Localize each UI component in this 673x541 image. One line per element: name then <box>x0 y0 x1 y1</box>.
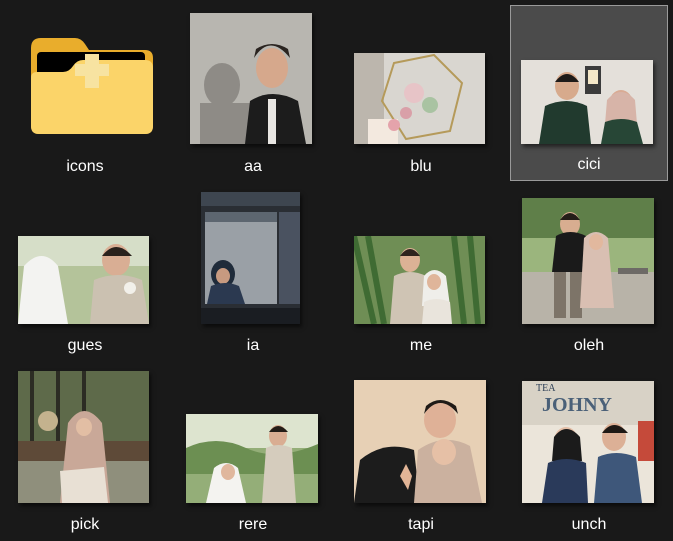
file-item-ia[interactable]: ia <box>174 186 332 362</box>
folder-icon <box>27 34 157 136</box>
image-thumbnail <box>186 414 318 503</box>
file-label: gues <box>67 337 103 354</box>
file-label: aa <box>244 158 262 175</box>
image-thumbnail <box>190 13 312 144</box>
image-thumbnail <box>354 53 485 144</box>
image-thumbnail <box>18 236 149 324</box>
image-thumbnail <box>201 192 300 324</box>
file-label: oleh <box>573 337 605 354</box>
image-thumbnail <box>522 198 654 324</box>
file-item-me[interactable]: me <box>342 186 500 362</box>
file-label: me <box>409 337 433 354</box>
file-item-tapi[interactable]: tapi <box>342 365 500 541</box>
image-thumbnail <box>18 371 149 503</box>
file-item-blu[interactable]: blu <box>342 7 500 183</box>
file-item-oleh[interactable]: oleh <box>510 186 668 362</box>
file-item-aa[interactable]: aa <box>174 7 332 183</box>
file-label: tapi <box>408 516 434 533</box>
file-item-pick[interactable]: pick <box>6 365 164 541</box>
sign-text-top: TEA <box>536 383 556 394</box>
file-label: pick <box>70 516 100 533</box>
file-label: icons <box>66 158 104 175</box>
file-label: ia <box>246 337 260 354</box>
file-label: blu <box>410 158 432 175</box>
image-thumbnail <box>354 380 486 503</box>
file-item-icons[interactable]: icons <box>6 7 164 183</box>
image-thumbnail <box>521 60 653 144</box>
image-thumbnail: TEA JOHNY <box>522 381 654 503</box>
file-item-cici[interactable]: cici <box>510 5 668 181</box>
file-label: rere <box>238 516 268 533</box>
image-thumbnail <box>354 236 485 324</box>
file-item-unch[interactable]: TEA JOHNY unch <box>510 365 668 541</box>
file-item-gues[interactable]: gues <box>6 186 164 362</box>
sign-text-bottom: JOHNY <box>542 394 613 416</box>
file-item-rere[interactable]: rere <box>174 365 332 541</box>
file-label: cici <box>577 156 601 173</box>
file-label: unch <box>571 516 607 533</box>
